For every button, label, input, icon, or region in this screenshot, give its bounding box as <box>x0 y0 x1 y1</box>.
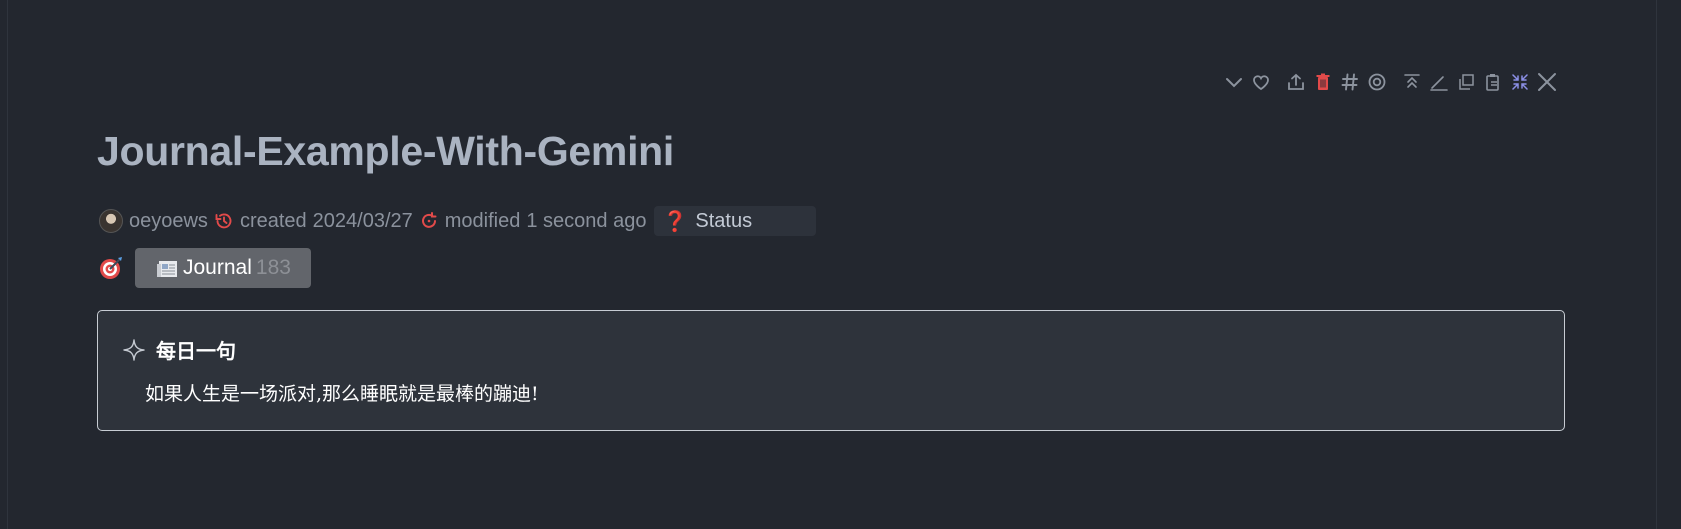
status-selector[interactable]: ❓ Status <box>654 206 817 236</box>
question-icon: ❓ <box>662 210 688 233</box>
refresh-icon <box>419 211 439 231</box>
newspaper-icon <box>155 257 179 279</box>
tiddler-toolbar <box>1220 68 1560 96</box>
avatar[interactable] <box>99 209 123 233</box>
page-title: Journal-Example-With-Gemini <box>97 128 674 174</box>
dart-target-icon[interactable] <box>99 255 125 281</box>
modified-label: modified <box>444 209 521 232</box>
target-icon[interactable] <box>1363 68 1390 96</box>
tag-count: 183 <box>255 256 291 279</box>
modified-relative: 1 second ago <box>526 209 647 232</box>
heart-icon[interactable] <box>1247 68 1274 96</box>
share-icon[interactable] <box>1282 68 1309 96</box>
close-icon[interactable] <box>1533 68 1560 96</box>
history-icon <box>214 211 234 231</box>
right-divider <box>1656 0 1657 529</box>
edit-icon[interactable] <box>1425 68 1452 96</box>
tag-list: Journal 183 <box>99 248 311 288</box>
callout-body: 如果人生是一场派对,那么睡眠就是最棒的蹦迪! <box>145 383 539 405</box>
hash-icon[interactable] <box>1336 68 1363 96</box>
tag-journal[interactable]: Journal 183 <box>135 248 311 288</box>
tiddler-frame: Journal-Example-With-Gemini oeyoews crea… <box>0 0 1681 529</box>
daily-quote-callout: 每日一句 如果人生是一场派对,那么睡眠就是最棒的蹦迪! <box>97 310 1565 431</box>
tiddler-meta: oeyoews created 2024/03/27 modified 1 se… <box>99 206 817 236</box>
created-label: created <box>239 209 307 232</box>
callout-header: 每日一句 <box>122 335 236 364</box>
duplicate-icon[interactable] <box>1452 68 1479 96</box>
chevron-down-icon[interactable] <box>1220 68 1247 96</box>
created-date: 2024/03/27 <box>312 209 413 232</box>
tag-label: Journal <box>183 256 252 279</box>
callout-title: 每日一句 <box>156 339 236 363</box>
clipboard-icon[interactable] <box>1479 68 1506 96</box>
sparkle-icon <box>123 338 145 361</box>
collapse-icon[interactable] <box>1506 68 1533 96</box>
move-to-top-icon[interactable] <box>1398 68 1425 96</box>
author-name[interactable]: oeyoews <box>129 210 208 233</box>
status-label: Status <box>695 209 753 232</box>
trash-icon[interactable] <box>1309 68 1336 96</box>
left-divider <box>7 0 8 529</box>
